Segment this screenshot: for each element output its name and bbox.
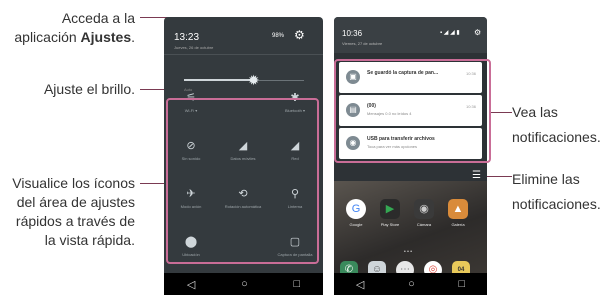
brightness-slider-icon[interactable]: ✹ — [246, 72, 262, 88]
clear-all-icon[interactable]: ☰ — [472, 171, 481, 181]
settings-gear-icon[interactable]: ⚙ — [294, 28, 305, 42]
app-icon[interactable]: ◉ — [414, 199, 434, 219]
date: Viernes, 27 de octubre — [342, 41, 383, 46]
recent-apps-icon[interactable]: □ — [458, 278, 465, 290]
recent-apps-icon[interactable]: □ — [293, 278, 300, 290]
app-icon[interactable]: ▶ — [380, 199, 400, 219]
clock: 13:23 — [174, 32, 200, 43]
home-wallpaper — [334, 181, 487, 273]
notification-header: 10:36 Viernes, 27 de octubre ▪ ◢ ◢ ▮ ⚙ — [334, 17, 487, 53]
back-icon[interactable]: ◁ — [187, 278, 195, 291]
app-icon[interactable]: G — [346, 199, 366, 219]
home-icon[interactable]: ○ — [241, 278, 248, 290]
status-icons: ▪ ◢ ◢ ▮ — [440, 30, 460, 36]
battery-level: 98% — [272, 33, 285, 39]
back-icon[interactable]: ◁ — [356, 278, 364, 291]
annotation-brightness: Ajuste el brillo. — [43, 81, 135, 97]
notifications-highlight — [334, 59, 491, 163]
clock: 10:36 — [342, 29, 363, 38]
nav-bar: ◁ ○ □ — [334, 273, 487, 295]
divider — [164, 54, 323, 55]
page-indicator: • • • — [404, 249, 413, 255]
annotation-clear-notifications: Elimine las notificaciones. — [512, 171, 601, 212]
brightness-callout-line — [140, 89, 164, 90]
annotation-settings: Acceda a la aplicación Ajustes. — [14, 10, 135, 45]
date: Jueves, 26 de octubre — [174, 45, 214, 50]
nav-bar: ◁ ○ □ — [164, 273, 323, 295]
annotation-quick-settings: Visualice los íconos del área de ajustes… — [12, 175, 135, 248]
app-label: Google — [349, 222, 363, 227]
home-icon[interactable]: ○ — [408, 278, 415, 290]
clear-callout-line — [487, 176, 512, 177]
app-icon[interactable]: ▲ — [448, 199, 468, 219]
quick-settings-highlight — [166, 98, 319, 264]
settings-gear-icon[interactable]: ⚙ — [474, 28, 481, 37]
annotation-view-notifications: Vea las notificaciones. — [512, 104, 601, 145]
notifications-callout-line — [491, 112, 512, 113]
brightness-fill — [184, 79, 254, 81]
app-label: Cámara — [416, 222, 432, 227]
status-bar: 13:23 Jueves, 26 de octubre 98% ⚙ — [164, 17, 323, 50]
app-label: Play Store — [380, 222, 400, 227]
app-label: Galería — [451, 222, 465, 227]
